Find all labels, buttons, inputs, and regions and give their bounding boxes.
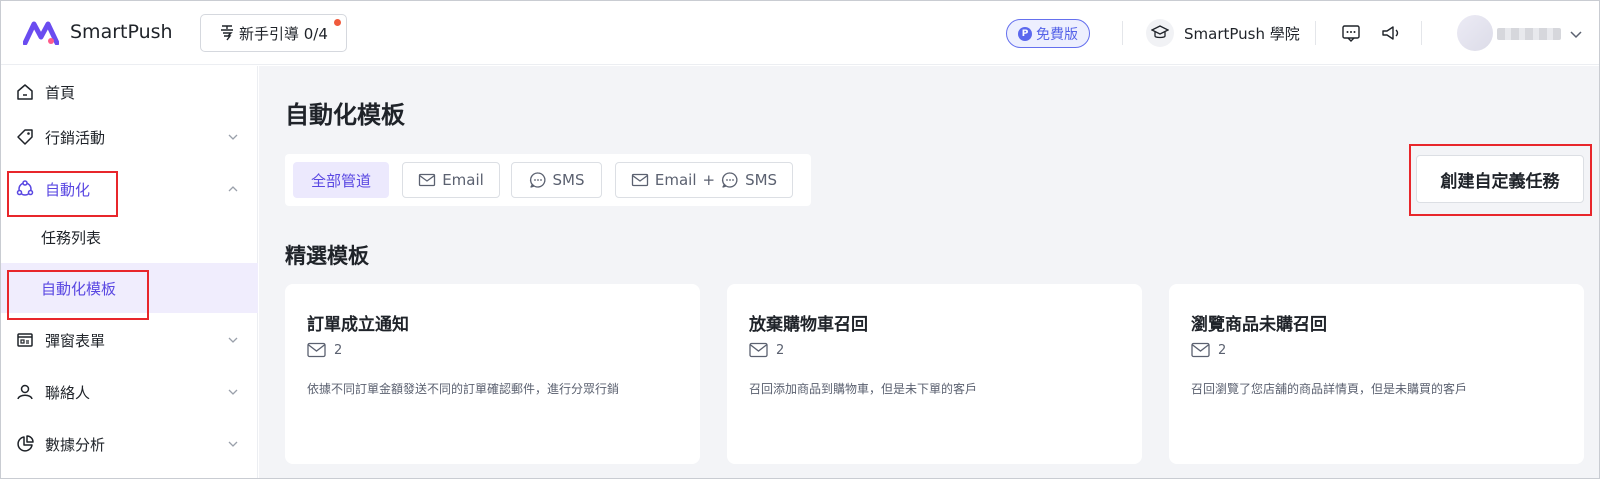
sidebar-item-label: 任務列表: [41, 228, 102, 247]
form-icon: [17, 333, 33, 347]
filter-email[interactable]: Email: [402, 162, 500, 198]
notification-dot: [334, 19, 341, 26]
chevron-up-icon: [228, 186, 238, 192]
sidebar-item-automation[interactable]: 自動化: [1, 163, 258, 215]
sidebar-item-label: 聯絡人: [45, 383, 91, 402]
beginner-guide-button[interactable]: 新手引導 0/4: [200, 14, 347, 52]
academy-icon: [1146, 19, 1174, 47]
header-divider: [1315, 21, 1316, 45]
card-title: 訂單成立通知: [307, 315, 409, 335]
main-content: 自動化模板 全部管道 Email SMS Email + SMS 創建自定義任務…: [259, 66, 1599, 478]
email-count: 2: [776, 342, 785, 358]
filter-label: 全部管道: [310, 171, 371, 190]
chevron-down-icon: [228, 134, 238, 140]
email-icon: [631, 173, 649, 187]
card-description: 召回添加商品到購物車，但是未下單的客戶: [749, 382, 978, 396]
filter-label: Email: [654, 171, 697, 189]
email-icon: [419, 173, 436, 187]
template-card[interactable]: 放棄購物車召回 2 召回添加商品到購物車，但是未下單的客戶: [727, 284, 1142, 464]
card-title: 瀏覽商品未購召回: [1191, 315, 1327, 335]
home-icon: [17, 84, 33, 100]
email-icon: [307, 342, 326, 358]
card-description: 召回瀏覽了您店舖的商品詳情頁，但是未購買的客戶: [1191, 382, 1468, 396]
plan-label: 免費版: [1036, 26, 1078, 43]
sidebar: 首頁 行銷活動 自動化 任務列表 自動化模板 彈窗表單 聯絡人 數據分析: [1, 66, 258, 478]
filter-email-sms[interactable]: Email + SMS: [615, 162, 793, 198]
sidebar-item-label: 自動化模板: [41, 279, 117, 298]
avatar[interactable]: [1457, 15, 1493, 51]
header-divider: [1122, 21, 1123, 45]
section-title: 精選模板: [285, 244, 369, 268]
page-title: 自動化模板: [285, 101, 405, 129]
sidebar-item-popup-forms[interactable]: 彈窗表單: [1, 314, 258, 366]
automation-icon: [16, 180, 34, 196]
chevron-down-icon: [228, 337, 238, 343]
card-meta: 2: [1191, 342, 1226, 358]
plus-sign: +: [702, 171, 716, 189]
email-count: 2: [334, 342, 343, 358]
card-meta: 2: [749, 342, 784, 358]
username-redacted[interactable]: [1497, 28, 1561, 40]
create-custom-task-button[interactable]: 創建自定義任務: [1416, 155, 1584, 203]
feedback-icon[interactable]: [1341, 23, 1361, 43]
sidebar-item-label: 行銷活動: [45, 128, 106, 147]
guide-label: 新手引導 0/4: [239, 24, 328, 43]
sms-icon: [529, 172, 546, 188]
filter-label: SMS: [745, 171, 778, 189]
header-divider: [1421, 21, 1422, 45]
chevron-down-icon: [228, 389, 238, 395]
academy-label: SmartPush 學院: [1184, 24, 1300, 43]
filter-sms[interactable]: SMS: [511, 162, 602, 198]
chevron-down-icon[interactable]: [1569, 27, 1583, 41]
chart-icon: [17, 435, 34, 452]
email-icon: [1191, 342, 1210, 358]
logo-icon[interactable]: [23, 21, 59, 45]
card-meta: 2: [307, 342, 342, 358]
card-title: 放棄購物車召回: [749, 315, 868, 335]
announcement-icon[interactable]: [1381, 23, 1401, 43]
card-description: 依據不同訂單金額發送不同的訂單確認郵件，進行分眾行銷: [307, 382, 620, 396]
template-card[interactable]: 瀏覽商品未購召回 2 召回瀏覽了您店舖的商品詳情頁，但是未購買的客戶: [1169, 284, 1584, 464]
filter-all-channels[interactable]: 全部管道: [293, 162, 389, 198]
sidebar-item-label: 數據分析: [45, 435, 106, 454]
sidebar-item-analytics[interactable]: 數據分析: [1, 418, 258, 470]
sidebar-item-label: 彈窗表單: [45, 331, 106, 350]
sidebar-subitem-automation-templates[interactable]: 自動化模板: [1, 263, 258, 313]
sidebar-item-contacts[interactable]: 聯絡人: [1, 366, 258, 418]
template-card[interactable]: 訂單成立通知 2 依據不同訂單金額發送不同的訂單確認郵件，進行分眾行銷: [285, 284, 700, 464]
sidebar-item-label: 首頁: [45, 83, 76, 102]
chevron-down-icon: [228, 441, 238, 447]
sms-icon: [722, 172, 738, 188]
user-icon: [17, 384, 33, 400]
academy-link[interactable]: SmartPush 學院: [1146, 19, 1300, 47]
sidebar-item-label: 自動化: [45, 180, 91, 199]
guide-icon: [221, 25, 233, 41]
sidebar-subitem-task-list[interactable]: 任務列表: [1, 212, 258, 262]
channel-filter-bar: 全部管道 Email SMS Email + SMS: [285, 154, 811, 206]
brand-name[interactable]: SmartPush: [70, 21, 173, 43]
plan-icon: P: [1018, 26, 1032, 41]
sidebar-item-marketing[interactable]: 行銷活動: [1, 111, 258, 163]
plan-badge[interactable]: P 免費版: [1006, 19, 1090, 48]
filter-label: Email: [442, 171, 484, 189]
tag-icon: [17, 129, 33, 145]
filter-label: SMS: [552, 171, 585, 189]
email-icon: [749, 342, 768, 358]
top-bar: SmartPush 新手引導 0/4 P 免費版 SmartPush 學院: [1, 1, 1599, 65]
email-count: 2: [1218, 342, 1227, 358]
